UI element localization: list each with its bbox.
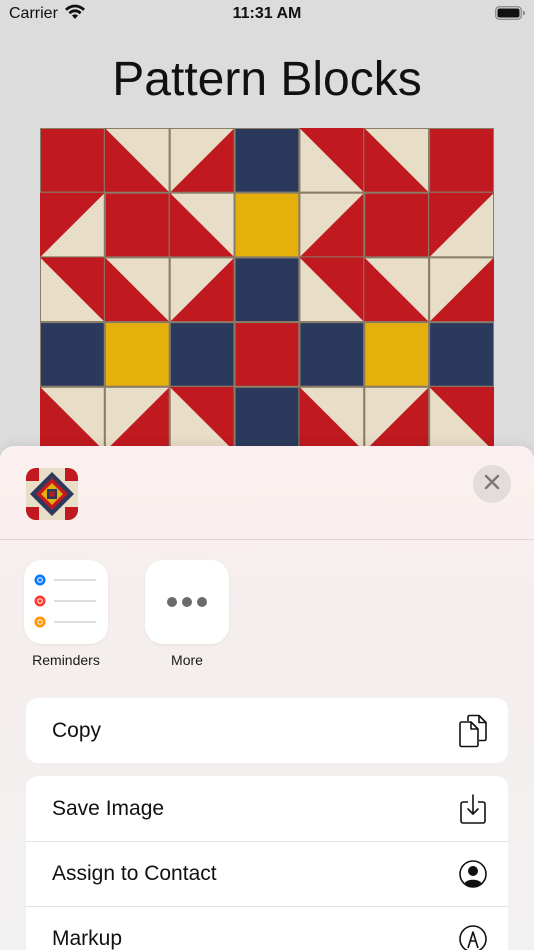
- status-bar: Carrier 11:31 AM: [0, 0, 534, 30]
- save-image-action[interactable]: Save Image: [26, 776, 508, 841]
- copy-icon: [458, 714, 488, 748]
- share-sheet: Reminders More Copy Save Image Assign to…: [0, 446, 534, 950]
- quilt-pattern-image: [40, 128, 494, 458]
- save-image-icon: [458, 792, 488, 826]
- action-group-main: Save Image Assign to Contact Markup: [26, 776, 508, 950]
- markup-action[interactable]: Markup: [26, 906, 508, 950]
- status-time: 11:31 AM: [232, 5, 302, 22]
- contact-icon: [458, 857, 488, 891]
- sheet-divider: [0, 539, 534, 540]
- close-icon: [484, 474, 500, 495]
- markup-icon: [458, 922, 488, 950]
- action-label: Save Image: [52, 796, 165, 820]
- shared-image-thumbnail: [26, 468, 78, 520]
- action-label: Copy: [52, 718, 102, 742]
- page-title: Pattern Blocks: [112, 53, 422, 106]
- app-label: Reminders: [32, 652, 100, 668]
- app-more[interactable]: More: [145, 560, 229, 668]
- reminders-icon: [24, 560, 108, 644]
- app-reminders[interactable]: Reminders: [24, 560, 108, 668]
- assign-to-contact-action[interactable]: Assign to Contact: [26, 841, 508, 906]
- action-label: Assign to Contact: [52, 862, 217, 885]
- app-label: More: [171, 652, 203, 668]
- battery-icon: [495, 6, 526, 20]
- action-group-copy: Copy: [26, 698, 508, 763]
- action-label: Markup: [52, 927, 123, 950]
- copy-action[interactable]: Copy: [26, 698, 508, 763]
- more-icon: [145, 560, 229, 644]
- close-button[interactable]: [473, 465, 511, 503]
